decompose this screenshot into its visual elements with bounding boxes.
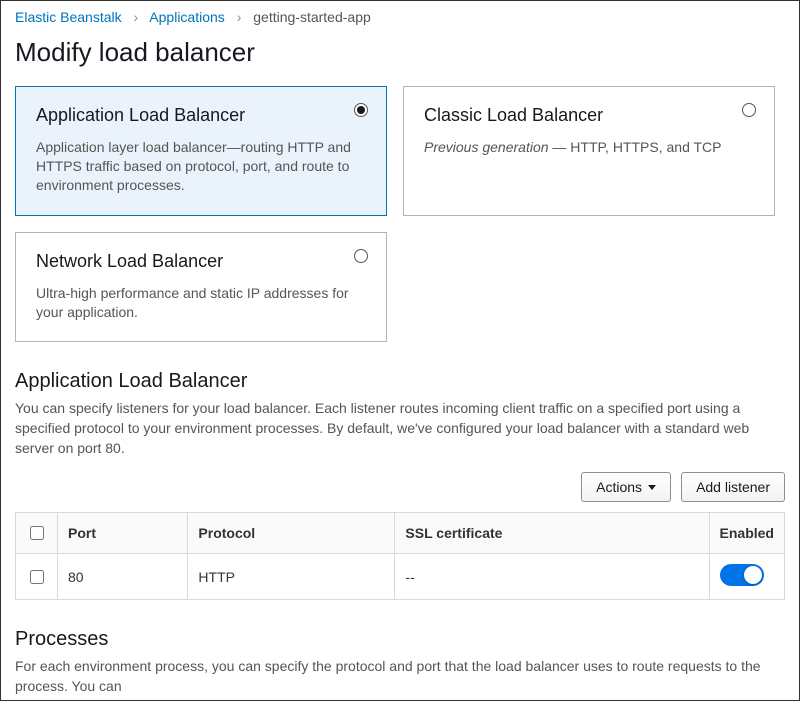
add-listener-button[interactable]: Add listener — [681, 472, 785, 502]
section-title-listeners: Application Load Balancer — [15, 370, 785, 393]
col-port: Port — [58, 513, 188, 554]
table-header-row: Port Protocol SSL certificate Enabled — [16, 513, 785, 554]
row-checkbox[interactable] — [30, 570, 44, 584]
section-title-processes: Processes — [15, 628, 785, 651]
radio-icon[interactable] — [354, 103, 368, 117]
enabled-toggle[interactable] — [720, 564, 764, 586]
col-checkbox — [16, 513, 58, 554]
lb-type-cards: Application Load Balancer Application la… — [1, 86, 799, 342]
breadcrumb-current: getting-started-app — [253, 9, 371, 25]
breadcrumb-link-apps[interactable]: Applications — [149, 9, 225, 25]
col-ssl: SSL certificate — [395, 513, 709, 554]
page-title: Modify load balancer — [15, 37, 785, 68]
card-title: Application Load Balancer — [36, 105, 366, 126]
breadcrumb-link-eb[interactable]: Elastic Beanstalk — [15, 9, 122, 25]
radio-icon[interactable] — [354, 249, 368, 263]
caret-down-icon — [648, 485, 656, 490]
section-desc-processes: For each environment process, you can sp… — [15, 657, 785, 696]
cell-enabled — [709, 554, 784, 600]
card-desc: Ultra-high performance and static IP add… — [36, 284, 366, 322]
col-enabled: Enabled — [709, 513, 784, 554]
radio-icon[interactable] — [742, 103, 756, 117]
col-protocol: Protocol — [188, 513, 395, 554]
listeners-toolbar: Actions Add listener — [1, 472, 799, 512]
breadcrumb: Elastic Beanstalk › Applications › getti… — [1, 1, 799, 29]
listeners-table: Port Protocol SSL certificate Enabled 80… — [15, 512, 785, 600]
card-title: Classic Load Balancer — [424, 105, 754, 126]
chevron-right-icon: › — [237, 9, 242, 25]
card-desc: Application layer load balancer—routing … — [36, 138, 366, 195]
card-network-lb[interactable]: Network Load Balancer Ultra-high perform… — [15, 232, 387, 343]
cell-ssl: -- — [395, 554, 709, 600]
card-title: Network Load Balancer — [36, 251, 366, 272]
card-classic-lb[interactable]: Classic Load Balancer Previous generatio… — [403, 86, 775, 216]
cell-protocol: HTTP — [188, 554, 395, 600]
cell-port: 80 — [58, 554, 188, 600]
card-desc: Previous generation — HTTP, HTTPS, and T… — [424, 138, 754, 157]
select-all-checkbox[interactable] — [30, 526, 44, 540]
table-row[interactable]: 80 HTTP -- — [16, 554, 785, 600]
actions-button[interactable]: Actions — [581, 472, 671, 502]
section-desc-listeners: You can specify listeners for your load … — [15, 399, 785, 458]
card-application-lb[interactable]: Application Load Balancer Application la… — [15, 86, 387, 216]
chevron-right-icon: › — [134, 9, 139, 25]
